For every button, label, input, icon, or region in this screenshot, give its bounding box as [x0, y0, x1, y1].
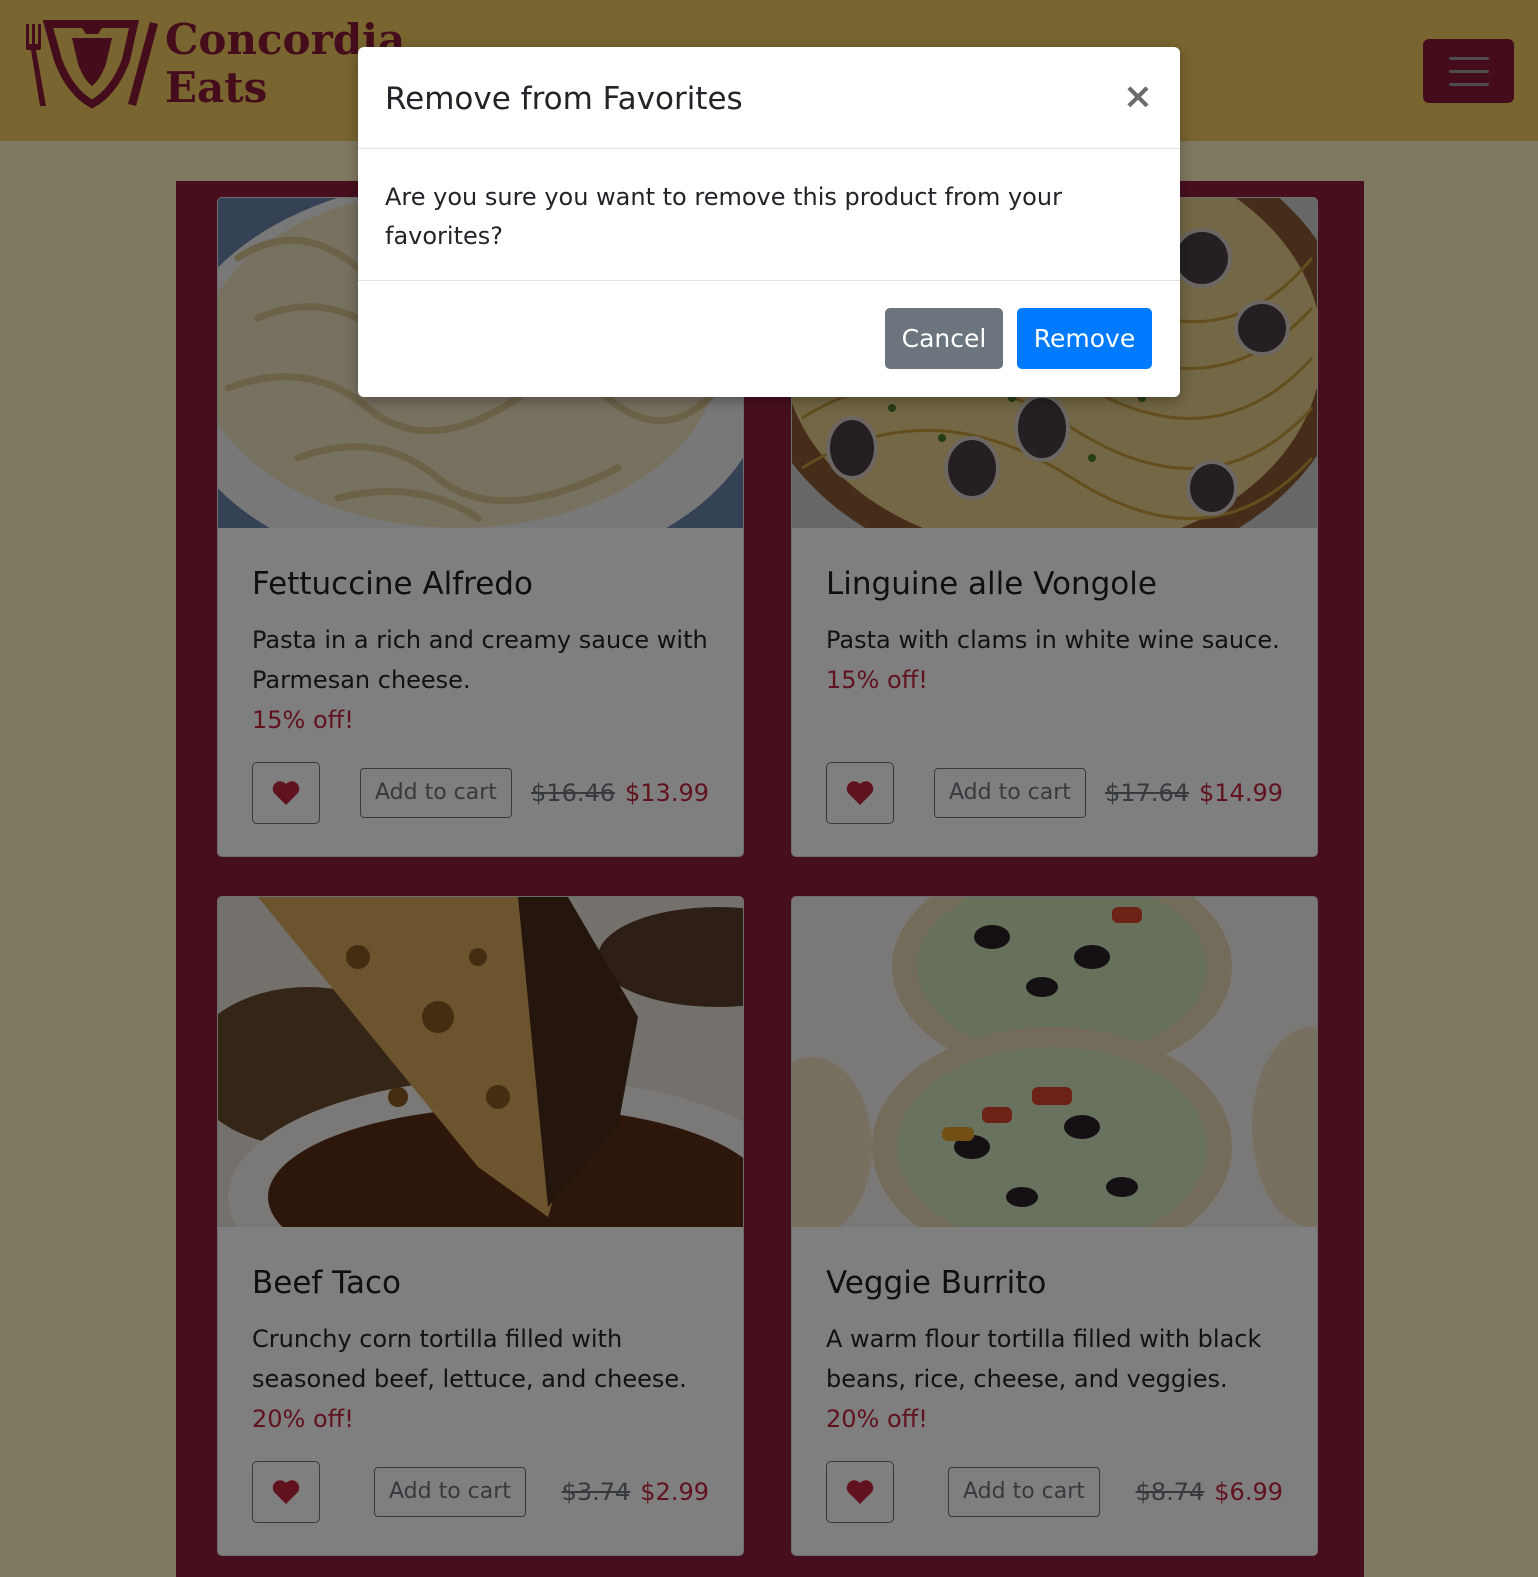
- remove-favorite-dialog: Remove from Favorites × Are you sure you…: [358, 47, 1180, 397]
- modal-header: Remove from Favorites ×: [358, 47, 1180, 149]
- remove-button[interactable]: Remove: [1017, 308, 1152, 369]
- modal-body: Are you sure you want to remove this pro…: [358, 149, 1180, 281]
- modal-footer: Cancel Remove: [358, 281, 1180, 396]
- cancel-button[interactable]: Cancel: [885, 308, 1003, 369]
- modal-title: Remove from Favorites: [385, 81, 743, 117]
- close-icon[interactable]: ×: [1122, 77, 1154, 117]
- modal-message: Are you sure you want to remove this pro…: [385, 183, 1062, 250]
